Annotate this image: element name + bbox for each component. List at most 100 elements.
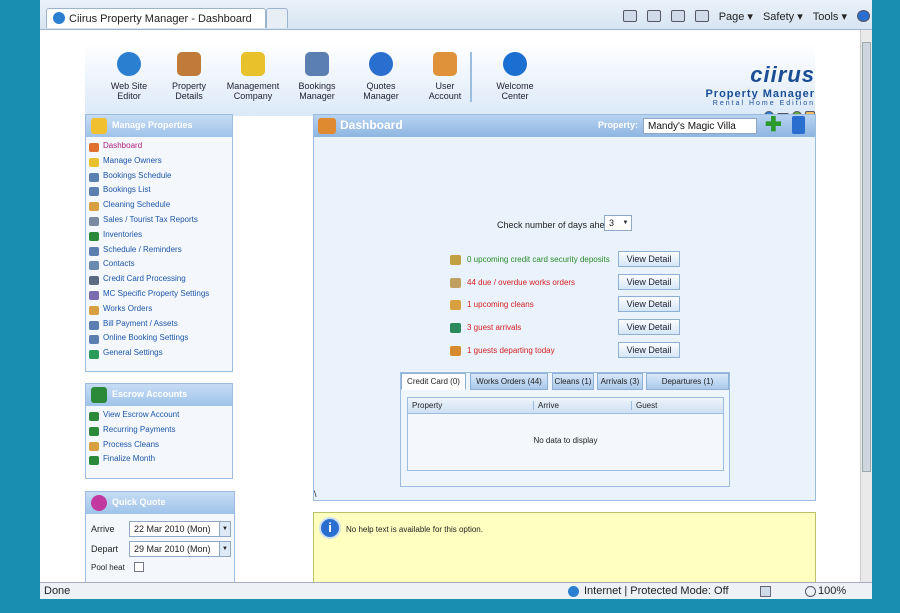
view-detail-button[interactable]: View Detail	[618, 319, 680, 336]
home-icon[interactable]	[622, 10, 637, 22]
tab-works-orders[interactable]: Works Orders (44)	[470, 373, 548, 390]
toolbar-quotes-button[interactable]: Quotes Manager	[349, 52, 413, 101]
browser-tab[interactable]: Ciirus Property Manager - Dashboard	[46, 8, 266, 28]
manage_properties-item-bookings-list[interactable]: Bookings List	[86, 185, 232, 200]
page-menu[interactable]: Page ▾	[719, 10, 753, 23]
toolbar-user-button[interactable]: User Account	[413, 52, 477, 101]
manage_properties-item-label: Inventories	[103, 229, 143, 239]
feeds-icon[interactable]	[646, 10, 661, 22]
manage_properties-item-mc-specific-property-settings[interactable]: MC Specific Property Settings	[86, 289, 232, 304]
toolbar-property-button[interactable]: Property Details	[157, 52, 221, 101]
tab-departures[interactable]: Departures (1)	[646, 373, 729, 390]
pool-heat-checkbox[interactable]	[134, 562, 144, 572]
zoom-level[interactable]: 100%	[818, 585, 846, 597]
protected-mode-icon[interactable]	[760, 586, 771, 597]
escrow-item-recurring-payments[interactable]: Recurring Payments	[86, 425, 232, 440]
manage-properties-list: Dashboard Manage Owners Bookings Schedule B…	[86, 137, 232, 363]
manage_properties-item-dashboard[interactable]: Dashboard	[86, 141, 232, 156]
toolbar-label: Center	[501, 91, 529, 101]
toolbar-bookings-button[interactable]: Bookings Manager	[285, 52, 349, 101]
escrow-item-finalize-month[interactable]: Finalize Month	[86, 454, 232, 469]
arrive-label: Arrive	[91, 524, 115, 534]
yen-shield-icon	[91, 387, 107, 403]
page-content: Web Site Editor Property Details Management C…	[40, 30, 860, 582]
pool-heat-label: Pool heat	[91, 563, 125, 572]
toolbar-label: Web Site	[110, 81, 148, 91]
manage_properties-item-label: Works Orders	[103, 303, 153, 313]
mail-icon[interactable]	[670, 10, 685, 22]
manage_properties-item-bookings-schedule[interactable]: Bookings Schedule	[86, 171, 232, 186]
escrow-item-view-escrow-account[interactable]: View Escrow Account	[86, 410, 232, 425]
manage_properties-item-icon	[89, 350, 99, 360]
add-property-icon[interactable]: ✚	[765, 115, 782, 135]
toolbar-web-site-button[interactable]: Web Site Editor	[97, 52, 161, 101]
days-ahead-select[interactable]: 3 ▼	[604, 215, 632, 231]
escrow-item-icon	[89, 412, 99, 421]
alert-text: 3 guest arrivals	[467, 323, 522, 333]
arrive-date-field[interactable]: 22 Mar 2010 (Mon) ▼	[129, 521, 231, 537]
depart-date-field[interactable]: 29 Mar 2010 (Mon) ▼	[129, 541, 231, 557]
manage_properties-item-general-settings[interactable]: General Settings	[86, 348, 232, 363]
manage_properties-item-label: Online Booking Settings	[103, 333, 189, 343]
toolbar-label: Welcome	[496, 81, 534, 91]
manage_properties-item-icon	[89, 261, 99, 271]
arrive-dropdown-icon[interactable]: ▼	[219, 522, 230, 536]
manage_properties-item-manage-owners[interactable]: Manage Owners	[86, 156, 232, 171]
print-icon[interactable]	[694, 10, 709, 22]
grid-column-property[interactable]: Property	[412, 401, 533, 410]
manage_properties-item-sales-tourist-tax-reports[interactable]: Sales / Tourist Tax Reports	[86, 215, 232, 230]
delete-property-icon[interactable]	[792, 116, 805, 134]
manage_properties-item-inventories[interactable]: Inventories	[86, 230, 232, 245]
toolbar-welcome-button[interactable]: Welcome Center	[483, 52, 547, 101]
zoom-icon[interactable]	[805, 586, 816, 597]
tab-credit-card[interactable]: Credit Card (0)	[401, 373, 466, 390]
manage_properties-item-icon	[89, 187, 99, 197]
command-bar: Page ▾ Safety ▾ Tools ▾	[622, 8, 870, 24]
toolbar-label: Company	[233, 91, 273, 101]
alert-text: 0 upcoming credit card security deposits	[467, 255, 610, 264]
manage_properties-item-online-booking-settings[interactable]: Online Booking Settings	[86, 333, 232, 348]
manage_properties-item-contacts[interactable]: Contacts	[86, 259, 232, 274]
view-detail-button[interactable]: View Detail	[618, 273, 680, 290]
scrollbar-thumb[interactable]	[862, 42, 871, 472]
info-icon: i	[319, 517, 341, 539]
tab-arrivals[interactable]: Arrivals (3)	[597, 373, 643, 390]
manage_properties-item-credit-card-processing[interactable]: Credit Card Processing	[86, 274, 232, 289]
dashboard-title: Dashboard	[340, 118, 403, 132]
view-detail-button[interactable]: View Detail	[618, 341, 680, 358]
vertical-scrollbar[interactable]	[860, 30, 872, 582]
manage_properties-item-schedule-reminders[interactable]: Schedule / Reminders	[86, 245, 232, 260]
tab-cleans[interactable]: Cleans (1)	[552, 373, 594, 390]
grid-column-guest[interactable]: Guest	[631, 401, 723, 410]
days-dropdown-icon[interactable]: ▼	[620, 216, 631, 230]
help-menu-icon[interactable]	[857, 10, 870, 22]
view-detail-button[interactable]: View Detail	[618, 296, 680, 313]
manage_properties-item-cleaning-schedule[interactable]: Cleaning Schedule	[86, 200, 232, 215]
alert-icon	[450, 277, 461, 288]
escrow-item-process-cleans[interactable]: Process Cleans	[86, 440, 232, 455]
safety-menu[interactable]: Safety ▾	[763, 10, 803, 23]
manage-properties-panel: Manage Properties Dashboard Manage Owners…	[85, 114, 233, 372]
new-tab-button[interactable]	[266, 8, 288, 28]
property-select[interactable]: Mandy's Magic Villa	[643, 118, 757, 134]
toolbar-divider	[470, 52, 472, 102]
alert-icon	[450, 300, 461, 311]
tools-menu[interactable]: Tools ▾	[813, 10, 847, 23]
manage_properties-item-icon	[89, 335, 99, 345]
toolbar-label: Details	[175, 91, 203, 101]
manage_properties-item-works-orders[interactable]: Works Orders	[86, 304, 232, 319]
toolbar-label: Manager	[363, 91, 399, 101]
toolbar-management-button[interactable]: Management Company	[221, 52, 285, 101]
view-detail-button[interactable]: View Detail	[618, 251, 680, 267]
alert-icon	[450, 323, 461, 334]
status-bar: Done Internet | Protected Mode: Off 100%	[40, 582, 872, 599]
alert-item: 0 upcoming credit card security deposits	[450, 255, 610, 265]
manage_properties-item-bill-payment-assets[interactable]: Bill Payment / Assets	[86, 319, 232, 334]
zone-text: Internet | Protected Mode: Off	[584, 585, 729, 597]
grid-column-arrive[interactable]: Arrive	[533, 401, 631, 410]
alert-text: 44 due / overdue works orders	[467, 277, 576, 287]
alert-text: 1 upcoming cleans	[467, 300, 534, 310]
depart-dropdown-icon[interactable]: ▼	[219, 542, 230, 556]
toolbar-label: Property	[171, 81, 206, 91]
detail-tabs: Credit Card (0) Works Orders (44) Cleans (…	[401, 373, 731, 390]
